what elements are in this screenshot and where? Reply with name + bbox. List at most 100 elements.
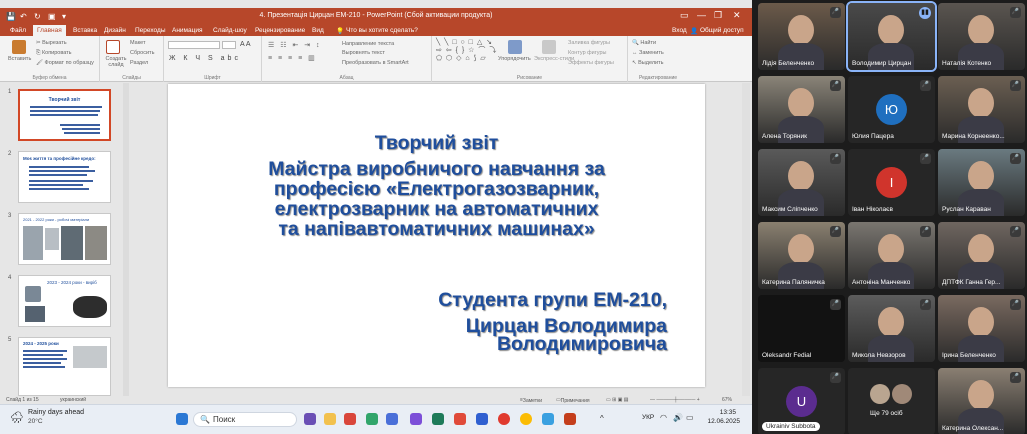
wifi-icon[interactable]: ◠ [660,413,667,422]
comments-button[interactable]: ▭ Примечания [556,397,590,404]
arrange-icon[interactable] [508,40,522,54]
volume-icon[interactable]: 🔊 [673,413,683,422]
zoom-slider[interactable]: — ─────┼───── + [650,397,700,403]
quick-styles-icon[interactable] [542,40,556,54]
tab-design[interactable]: Дизайн [104,27,126,34]
maximize-icon[interactable]: ❐ [714,10,722,21]
battery-icon[interactable]: ▭ [686,413,694,422]
slide-thumbnail-1[interactable]: Творчий звіт [18,89,111,141]
participant-tile[interactable]: Ю Юлия Пацера 🎤 [848,76,935,143]
participant-tile[interactable]: Oleksandr Fedial 🎤 [758,295,845,362]
participant-tile[interactable]: Алена Торяник 🎤 [758,76,845,143]
file-explorer-icon[interactable] [324,413,336,425]
participant-tile[interactable]: ДПТФК Ганна Гер... 🎤 [938,222,1025,289]
format-painter-button[interactable]: 🖌 Формат по образцу [36,60,94,66]
share-button[interactable]: Общий доступ [700,27,744,34]
clock-date[interactable]: 12.06.2025 [700,418,740,425]
shape-fill-button[interactable]: Заливка фигуры [568,40,610,46]
close-icon[interactable]: ✕ [733,10,741,21]
new-slide-icon[interactable] [106,40,120,54]
zoom-level[interactable]: 67% [722,397,732,403]
font-style-buttons[interactable]: Ж К Ч S abc [169,55,241,62]
smartart-button[interactable]: Преобразовать в SmartArt [342,60,409,66]
thumbnail-scrollbar[interactable] [123,83,129,396]
teams-icon[interactable] [410,413,422,425]
share-icon[interactable]: 👤 [690,27,698,35]
participant-tile[interactable]: Лідія Беленченко 🎤 [758,3,845,70]
opera-icon[interactable] [498,413,510,425]
app-icon[interactable] [344,413,356,425]
participant-tile[interactable]: Максим Сліпченко 🎤 [758,149,845,216]
tab-review[interactable]: Рецензирование [255,27,305,34]
tray-chevron-icon[interactable]: ^ [600,414,604,423]
replace-button[interactable]: ↔ Заменить [632,50,664,56]
tab-home[interactable]: Главная [33,25,66,36]
edge-icon[interactable] [366,413,378,425]
language-indicator[interactable]: украинский [60,397,86,403]
meet-icon[interactable] [304,413,316,425]
powerpoint-icon[interactable] [564,413,576,425]
participant-tile[interactable]: Микола Невзоров 🎤 [848,295,935,362]
reset-button[interactable]: Сбросить [130,50,154,56]
font-family-select[interactable] [168,41,220,49]
notes-button[interactable]: ≡ Заметки [520,397,542,404]
participant-tile[interactable]: Наталія Котенко 🎤 [938,3,1025,70]
paste-button[interactable]: Вставить [8,56,31,62]
view-buttons[interactable]: ▭ ⊞ ▣ ▤ [606,397,629,403]
weather-icon[interactable]: 🌧 [10,411,24,424]
paste-icon[interactable] [12,40,26,54]
slide-scrollbar[interactable] [742,83,750,396]
participant-tile[interactable]: Катерина Олексан... 🎤 [938,368,1025,434]
tab-animations[interactable]: Анимация [172,27,203,34]
text-direction-button[interactable]: Направление текста [342,41,394,47]
shape-effects-button[interactable]: Эффекты фигуры [568,60,614,66]
app-icon[interactable] [432,413,444,425]
app-icon[interactable] [476,413,488,425]
align-text-button[interactable]: Выровнять текст [342,50,385,56]
cut-button[interactable]: ✂ Вырезать [36,40,67,46]
app-icon[interactable] [454,413,466,425]
font-size-select[interactable] [222,41,236,49]
minimize-icon[interactable]: — [697,10,706,20]
tab-view[interactable]: Вид [312,27,324,34]
shape-outline-button[interactable]: Контур фигуры [568,50,606,56]
arrange-button[interactable]: Упорядочить [498,56,531,62]
participant-tile[interactable]: Володимир Цирцан ▮▮ [846,1,937,72]
keyboard-language[interactable]: УКР [642,414,654,421]
sign-in-link[interactable]: Вход [672,27,687,34]
shapes-gallery[interactable]: ╲ ╲ □ ○ □ △ ↘ ⇨ ⇦ { } ☆ ⌒ ⤵ ⬠ ⬡ ◇ ⌂ ⟆ ▱ [436,39,497,63]
slide-thumbnail-2[interactable]: Моє життя та професійне кредо: [18,151,111,203]
slide-thumbnail-4[interactable]: 2023 - 2024 роки - виріб [18,275,111,327]
slide-thumbnail-3[interactable]: 2021 - 2022 роки - робочі матеріали [18,213,111,265]
chrome-icon[interactable] [520,413,532,425]
tab-transitions[interactable]: Переходы [135,27,166,34]
app-icon[interactable] [386,413,398,425]
font-grow-icon[interactable]: A A [240,41,251,48]
tab-file[interactable]: Файл [10,27,26,34]
participant-tile[interactable]: Марина Корнеенко... 🎤 [938,76,1025,143]
participant-tile[interactable]: Антоніна Манченко 🎤 [848,222,935,289]
ribbon-options-icon[interactable]: ▭ [680,10,689,21]
participant-tile[interactable]: Ще 79 осіб [848,368,935,434]
section-button[interactable]: Раздел [130,60,148,66]
clock-time[interactable]: 13:35 [700,409,736,416]
taskbar-search[interactable]: 🔍 Поиск [193,412,297,427]
tab-slideshow[interactable]: Слайд-шоу [213,27,247,34]
find-button[interactable]: 🔍 Найти [632,40,656,46]
align-buttons[interactable]: ≡ ≡ ≡ ≡ ▥ [268,54,317,62]
participant-tile[interactable]: І Іван Ніколаєв 🎤 [848,149,935,216]
start-icon[interactable] [176,413,188,425]
weather-title[interactable]: Rainy days ahead [28,409,84,416]
new-slide-button[interactable]: Создать слайд [104,56,128,68]
copy-button[interactable]: ⎘ Копировать [36,50,72,57]
slide-thumbnail-5[interactable]: 2024 - 2025 роки [18,337,111,396]
participant-tile[interactable]: Катерина Паляничка 🎤 [758,222,845,289]
participant-tile[interactable]: U Ukrainiv Subbota 🎤 [758,368,845,434]
list-buttons[interactable]: ☰ ☷ ⇤ ⇥ ↕ [268,41,322,49]
select-button[interactable]: ↖ Выделить [632,60,664,66]
tell-me-input[interactable]: Что вы хотите сделать? [346,27,418,34]
participant-tile[interactable]: Руслан Караван 🎤 [938,149,1025,216]
app-icon[interactable] [542,413,554,425]
participant-tile[interactable]: Ірина Беленченко 🎤 [938,295,1025,362]
layout-button[interactable]: Макет [130,40,146,46]
